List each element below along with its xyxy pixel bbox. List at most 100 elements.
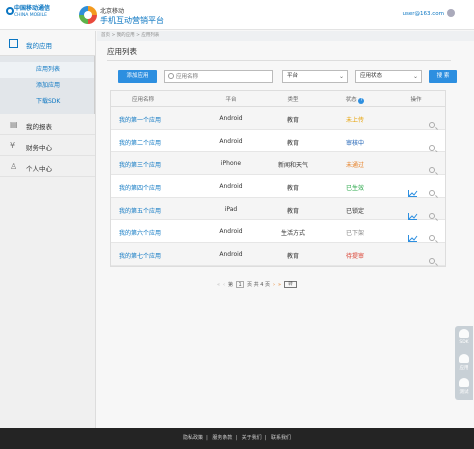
test-tool-button[interactable]: 测试 bbox=[455, 375, 473, 400]
app-status: 已下架 bbox=[345, 230, 364, 238]
go-page-button[interactable]: 转 bbox=[284, 281, 298, 288]
sidebar-item-reports[interactable]: ▤ 我的报表 bbox=[0, 114, 95, 135]
breadcrumb-separator: > bbox=[111, 33, 116, 38]
sidebar-submenu: 应用列表 添加应用 下载SDK bbox=[0, 56, 95, 114]
china-mobile-logo[interactable]: 中国移动通信 CHINA MOBILE bbox=[6, 5, 74, 25]
view-details-icon[interactable] bbox=[429, 144, 435, 151]
breadcrumb: 首页 > 我的应用 > 应用列表 bbox=[97, 31, 474, 41]
tool-label: 测试 bbox=[459, 390, 469, 396]
sidebar-subitem-download-sdk[interactable]: 下载SDK bbox=[0, 94, 95, 110]
app-name-link[interactable]: 我的第三个应用 bbox=[119, 160, 181, 169]
chart-icon[interactable] bbox=[408, 190, 418, 198]
page-number-input[interactable]: 1 bbox=[236, 281, 245, 288]
chevron-down-icon: ⌄ bbox=[412, 73, 418, 80]
footer-link-terms[interactable]: 服务条款 bbox=[212, 435, 232, 441]
app-status: 未上传 bbox=[345, 117, 364, 124]
footer-link-privacy[interactable]: 隐私政策 bbox=[183, 435, 203, 441]
footer: 隐私政策 | 服务条款 | 关于我们 | 联系我们 bbox=[0, 428, 474, 449]
search-input[interactable] bbox=[176, 72, 266, 82]
app-status: 待提审 bbox=[345, 253, 364, 261]
app-type: 教育 bbox=[286, 139, 299, 147]
pagination: « ‹ 第 1 页 共 4 页 › » 转 bbox=[0, 281, 474, 291]
view-details-icon[interactable] bbox=[429, 122, 435, 128]
col-header-platform: 平台 bbox=[225, 97, 237, 103]
app-platform: Android bbox=[219, 137, 243, 145]
footer-link-contact[interactable]: 联系我们 bbox=[271, 435, 291, 441]
app-platform: iPad bbox=[224, 205, 238, 213]
app-name-link[interactable]: 我的第六个应用 bbox=[119, 228, 181, 237]
sidebar-subitem-add-app[interactable]: 添加应用 bbox=[0, 78, 95, 94]
page-title: 应用列表 bbox=[107, 47, 137, 56]
user-email-link[interactable]: user@163.com bbox=[403, 11, 445, 17]
footer-link-about[interactable]: 关于我们 bbox=[242, 435, 262, 441]
sidebar-item-label: 财务中心 bbox=[26, 144, 52, 152]
app-platform: iPhone bbox=[220, 160, 242, 168]
view-details-icon[interactable] bbox=[429, 212, 435, 219]
app-status: 已生效 bbox=[345, 185, 364, 193]
apps-grid-icon bbox=[9, 39, 18, 48]
app-name-link[interactable]: 我的第七个应用 bbox=[119, 251, 181, 260]
sidebar-item-finance[interactable]: ¥ 财务中心 bbox=[0, 135, 95, 156]
app-tool-button[interactable]: 应用 bbox=[455, 351, 473, 376]
app-status: 未通过 bbox=[345, 162, 364, 170]
user-icon: ♙ bbox=[10, 162, 18, 171]
app-name-link[interactable]: 我的第二个应用 bbox=[119, 138, 181, 147]
table-row: 我的第一个应用 Android 教育 未上传 bbox=[111, 107, 445, 130]
platform-select[interactable]: 平台 ⌄ bbox=[282, 70, 348, 83]
logo-text-en: CHINA MOBILE bbox=[14, 13, 47, 18]
chart-icon[interactable] bbox=[408, 235, 418, 243]
search-button[interactable]: 搜 索 bbox=[429, 70, 457, 83]
breadcrumb-home[interactable]: 首页 bbox=[101, 33, 110, 38]
top-header: 中国移动通信 CHINA MOBILE 北京移动 手机互动营销平台 user@1… bbox=[0, 0, 474, 30]
app-name-link[interactable]: 我的第五个应用 bbox=[119, 206, 181, 215]
floating-toolbar: SDK 应用 测试 bbox=[455, 326, 473, 400]
cloud-download-icon bbox=[459, 329, 469, 338]
sidebar-item-personal[interactable]: ♙ 个人中心 bbox=[0, 156, 95, 177]
main-content: 应用列表 添加应用 平台 ⌄ 应用状态 ⌄ 搜 索 bbox=[107, 46, 457, 83]
app-name-link[interactable]: 我的第一个应用 bbox=[119, 115, 181, 124]
app-type: 生活方式 bbox=[280, 230, 305, 238]
next-page-button[interactable]: › bbox=[273, 282, 275, 288]
sidebar-subitem-app-list[interactable]: 应用列表 bbox=[0, 62, 95, 78]
app-name-link[interactable]: 我的第四个应用 bbox=[119, 183, 181, 192]
tool-label: SDK bbox=[459, 340, 469, 345]
tool-label: 应用 bbox=[459, 365, 469, 371]
view-details-icon[interactable] bbox=[429, 235, 435, 242]
sdk-tool-button[interactable]: SDK bbox=[455, 326, 473, 351]
cloud-download-icon bbox=[459, 353, 469, 363]
logo-swirl-icon bbox=[6, 7, 14, 15]
app-type: 教育 bbox=[286, 253, 299, 261]
app-platform: Android bbox=[219, 115, 243, 122]
add-app-button[interactable]: 添加应用 bbox=[118, 70, 157, 83]
app-status: 已锁定 bbox=[345, 207, 364, 215]
chart-icon[interactable] bbox=[408, 212, 418, 220]
sidebar: 我的应用 应用列表 添加应用 下载SDK ▤ 我的报表 ¥ 财务中心 ♙ 个人中… bbox=[0, 31, 96, 428]
table-body: 我的第一个应用 Android 教育 未上传 我的第二个应用 Android 教育 审核中 我的… bbox=[111, 107, 445, 266]
app-type: 教育 bbox=[286, 207, 299, 215]
view-details-icon[interactable] bbox=[429, 190, 435, 197]
title-divider bbox=[107, 60, 451, 61]
sidebar-item-label: 我的报表 bbox=[26, 123, 52, 131]
search-icon bbox=[168, 73, 174, 79]
view-details-icon[interactable] bbox=[429, 167, 435, 174]
report-icon: ▤ bbox=[10, 120, 18, 129]
platform-logo-icon bbox=[79, 6, 97, 24]
view-details-icon[interactable] bbox=[429, 258, 435, 265]
chevron-down-icon: ⌄ bbox=[338, 73, 344, 80]
first-page-button[interactable]: « bbox=[217, 282, 220, 288]
user-avatar-icon[interactable] bbox=[447, 9, 455, 17]
col-header-type: 类型 bbox=[287, 97, 299, 103]
help-icon[interactable]: ? bbox=[358, 98, 365, 104]
breadcrumb-separator: > bbox=[136, 33, 140, 38]
status-select[interactable]: 应用状态 ⌄ bbox=[355, 70, 422, 83]
breadcrumb-my-apps[interactable]: 我的应用 bbox=[117, 33, 135, 38]
row-actions bbox=[403, 251, 447, 273]
sidebar-item-my-apps[interactable]: 我的应用 bbox=[0, 31, 95, 56]
logo-text-cn: 中国移动通信 bbox=[14, 5, 51, 12]
app-type: 教育 bbox=[286, 117, 299, 124]
table-row: 我的第四个应用 Android 教育 已生效 bbox=[111, 175, 445, 198]
col-header-ops: 操作 bbox=[410, 97, 422, 103]
last-page-button[interactable]: » bbox=[278, 282, 281, 288]
table-header: 应用名称 平台 类型 状态 ? 操作 bbox=[111, 91, 445, 107]
prev-page-button[interactable]: ‹ bbox=[223, 282, 225, 288]
